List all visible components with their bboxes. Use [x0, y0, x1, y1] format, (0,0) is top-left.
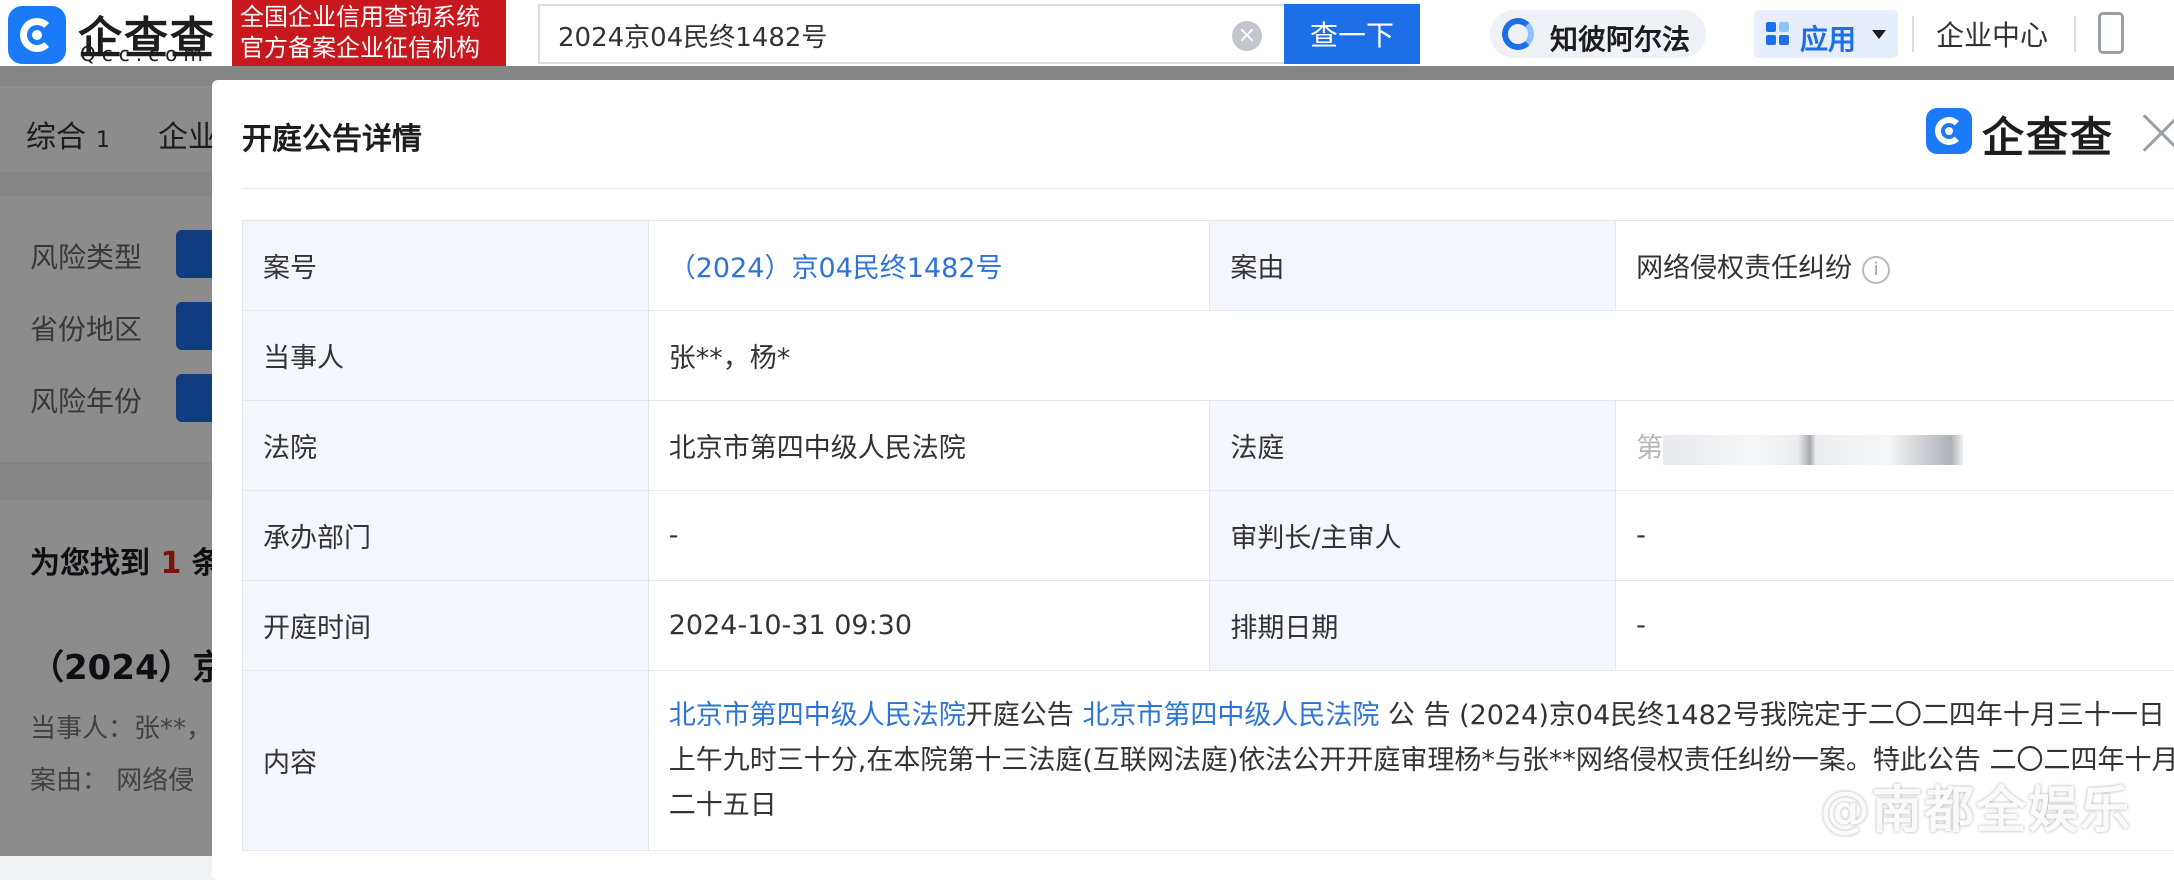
courtroom-cell: 第 — [1616, 401, 2174, 491]
chevron-down-icon — [1872, 30, 1886, 39]
info-icon[interactable]: i — [1862, 256, 1890, 284]
phone-icon[interactable] — [2098, 12, 2124, 54]
hearing-notice-modal: 开庭公告详情 企查查 案号 （2024）京04民终1482号 案由 网络侵权责任… — [212, 80, 2174, 880]
modal-title: 开庭公告详情 — [242, 114, 422, 158]
schedule-date-label: 排期日期 — [1210, 581, 1616, 671]
search-input[interactable] — [558, 18, 1228, 52]
department-label: 承办部门 — [243, 491, 649, 581]
content-label: 内容 — [243, 671, 649, 851]
search-button[interactable]: 查一下 — [1284, 4, 1420, 64]
judge-label: 审判长/主审人 — [1210, 491, 1616, 581]
slogan-line-2: 官方备案企业征信机构 — [240, 33, 498, 64]
court-label: 法院 — [243, 401, 649, 491]
top-header: 企查查 Qcc.com 全国企业信用查询系统 官方备案企业征信机构 × 查一下 … — [0, 0, 2174, 66]
enterprise-center-link[interactable]: 企业中心 — [1936, 14, 2048, 54]
apps-label: 应用 — [1800, 18, 1856, 58]
department-value: - — [648, 491, 1210, 581]
courtroom-label: 法庭 — [1210, 401, 1616, 491]
table-row: 承办部门 - 审判长/主审人 - — [243, 491, 2174, 581]
search-box: × — [538, 4, 1284, 64]
zhibi-alpha-button[interactable]: 知彼阿尔法 — [1490, 10, 1706, 58]
party-label: 当事人 — [243, 311, 649, 401]
court-value: 北京市第四中级人民法院 — [648, 401, 1210, 491]
party-value: 张**，杨* — [648, 311, 2174, 401]
logo-domain: Qcc.com — [80, 42, 209, 66]
case-no-label: 案号 — [243, 221, 649, 311]
case-no-cell: （2024）京04民终1482号 — [648, 221, 1210, 311]
apps-menu-button[interactable]: 应用 — [1754, 10, 1898, 58]
divider — [2074, 16, 2076, 52]
courtroom-value-partial: 第 — [1636, 433, 1663, 464]
case-no-link[interactable]: （2024）京04民终1482号 — [669, 253, 1003, 284]
weibo-watermark-icon — [1740, 776, 1810, 832]
court-link[interactable]: 北京市第四中级人民法院 — [1082, 700, 1379, 731]
hearing-detail-table: 案号 （2024）京04民终1482号 案由 网络侵权责任纠纷 i 当事人 张**… — [242, 220, 2174, 851]
cause-value: 网络侵权责任纠纷 — [1636, 253, 1852, 284]
cause-cell: 网络侵权责任纠纷 i — [1616, 221, 2174, 311]
qcc-logo-icon — [1926, 108, 1972, 154]
table-row: 当事人 张**，杨* — [243, 311, 2174, 401]
modal-brand-text: 企查查 — [1982, 104, 2114, 165]
blurred-courtroom-value — [1663, 435, 1963, 465]
table-row: 案号 （2024）京04民终1482号 案由 网络侵权责任纠纷 i — [243, 221, 2174, 311]
modal-divider — [242, 188, 2174, 189]
hearing-time-label: 开庭时间 — [243, 581, 649, 671]
divider — [1912, 16, 1914, 52]
watermark-text: @南都全娱乐 — [1820, 770, 2132, 842]
table-row: 法院 北京市第四中级人民法院 法庭 第 — [243, 401, 2174, 491]
qcc-logo-icon[interactable] — [8, 6, 66, 64]
hearing-time-value: 2024-10-31 09:30 — [648, 581, 1210, 671]
court-link[interactable]: 北京市第四中级人民法院 — [669, 700, 966, 731]
content-text-1: 开庭公告 — [966, 700, 1083, 731]
cause-label: 案由 — [1210, 221, 1616, 311]
grid-icon — [1766, 22, 1790, 46]
slogan-line-1: 全国企业信用查询系统 — [240, 2, 498, 33]
zhibi-logo-icon — [1502, 18, 1534, 50]
judge-value: - — [1616, 491, 2174, 581]
close-icon[interactable] — [2140, 110, 2174, 154]
clear-icon[interactable]: × — [1232, 21, 1262, 51]
slogan-badge: 全国企业信用查询系统 官方备案企业征信机构 — [232, 0, 506, 66]
schedule-date-value: - — [1616, 581, 2174, 671]
zhibi-label: 知彼阿尔法 — [1550, 18, 1690, 58]
table-row: 开庭时间 2024-10-31 09:30 排期日期 - — [243, 581, 2174, 671]
